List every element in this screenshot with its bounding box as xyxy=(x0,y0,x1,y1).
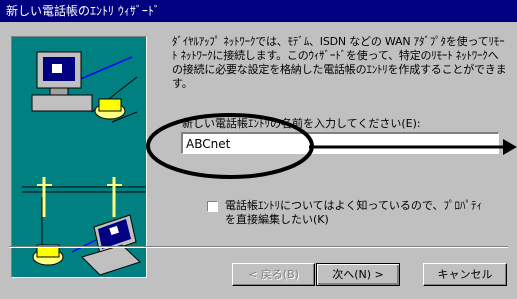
wizard-dialog: 新しい電話帳のｴﾝﾄﾘ ｳｨｻﾞｰﾄﾞ ﾀﾞｲﾔﾙｱｯﾌﾟ ﾈｯﾄﾜｰｸでは、ﾓ… xyxy=(0,0,517,299)
annotation-circle xyxy=(146,113,314,179)
annotation-arrowhead xyxy=(503,139,517,155)
annotation-overlay xyxy=(146,113,517,179)
